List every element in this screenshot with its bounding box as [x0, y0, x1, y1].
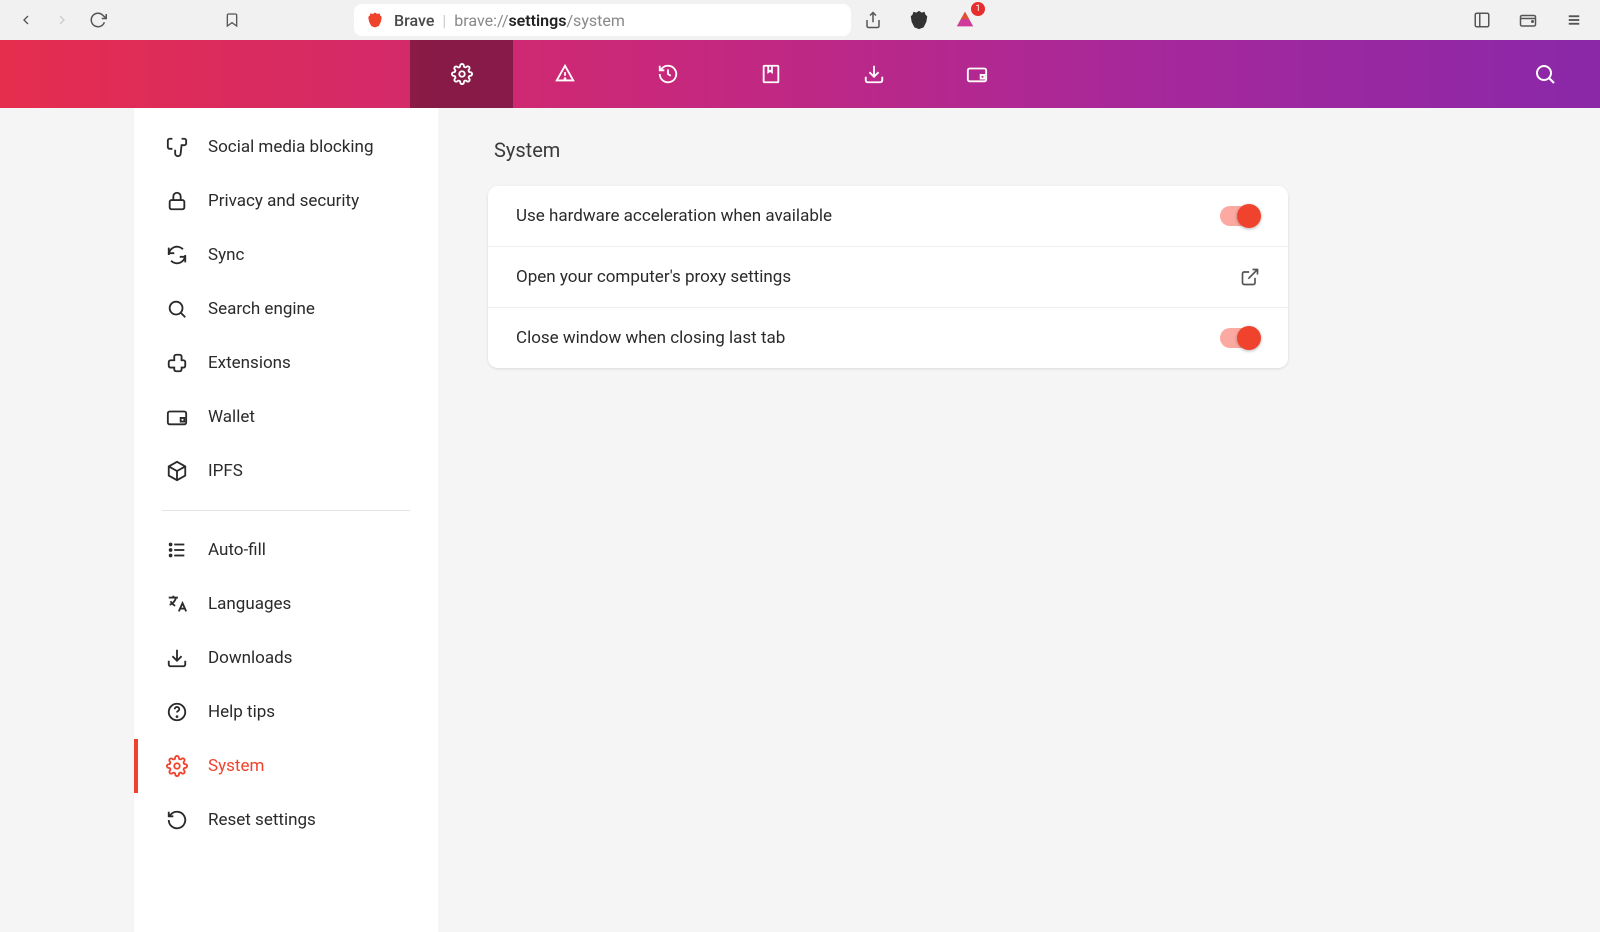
- settings-tab-bar: [0, 40, 1600, 108]
- toggle-close-window-last-tab[interactable]: [1220, 328, 1260, 348]
- sidebar-item-system[interactable]: System: [134, 739, 438, 793]
- sidebar-item-downloads[interactable]: Downloads: [134, 631, 438, 685]
- sidebar-divider: [162, 510, 410, 511]
- section-title: System: [488, 138, 1288, 162]
- sidebar-item-label: Extensions: [208, 353, 291, 373]
- sidebar-item-label: Social media blocking: [208, 137, 373, 157]
- sidebar-item-label: Search engine: [208, 299, 315, 319]
- url-text: Brave | brave://settings/system: [394, 11, 625, 30]
- browser-toolbar: Brave | brave://settings/system 1: [0, 0, 1600, 40]
- thumbs-down-icon: [166, 136, 188, 158]
- setting-hardware-acceleration[interactable]: Use hardware acceleration when available: [488, 186, 1288, 247]
- sidebar-item-wallet[interactable]: Wallet: [134, 390, 438, 444]
- forward-button[interactable]: [48, 6, 76, 34]
- tab-settings[interactable]: [410, 40, 513, 108]
- list-icon: [166, 539, 188, 561]
- search-settings-button[interactable]: [1520, 62, 1570, 86]
- download-icon: [166, 647, 188, 669]
- settings-sidebar: Social media blocking Privacy and securi…: [134, 108, 438, 932]
- sidebar-item-privacy-security[interactable]: Privacy and security: [134, 174, 438, 228]
- sidebar-item-label: Privacy and security: [208, 191, 359, 211]
- setting-label: Open your computer's proxy settings: [516, 267, 791, 287]
- sidebar-item-label: Auto-fill: [208, 540, 266, 560]
- rewards-badge: 1: [971, 2, 985, 16]
- sidebar-item-extensions[interactable]: Extensions: [134, 336, 438, 390]
- sync-icon: [166, 244, 188, 266]
- sidebar-item-label: Reset settings: [208, 810, 316, 830]
- sidebar-item-ipfs[interactable]: IPFS: [134, 444, 438, 498]
- reset-icon: [166, 809, 188, 831]
- sidebar-item-label: Languages: [208, 594, 291, 614]
- setting-label: Use hardware acceleration when available: [516, 206, 832, 226]
- puzzle-icon: [166, 352, 188, 374]
- reload-button[interactable]: [84, 6, 112, 34]
- tab-history[interactable]: [616, 40, 719, 108]
- share-button[interactable]: [859, 6, 887, 34]
- settings-card: Use hardware acceleration when available…: [488, 186, 1288, 368]
- wallet-button[interactable]: [1514, 6, 1542, 34]
- wallet-icon: [166, 406, 188, 428]
- tab-downloads[interactable]: [822, 40, 925, 108]
- sidebar-item-label: Downloads: [208, 648, 292, 668]
- content-area: System Use hardware acceleration when av…: [438, 108, 1338, 932]
- sidebar-item-autofill[interactable]: Auto-fill: [134, 523, 438, 577]
- sidebar-item-label: Wallet: [208, 407, 255, 427]
- back-button[interactable]: [12, 6, 40, 34]
- toggle-hardware-acceleration[interactable]: [1220, 206, 1260, 226]
- main-area: Social media blocking Privacy and securi…: [0, 108, 1600, 932]
- external-link-icon: [1240, 267, 1260, 287]
- setting-label: Close window when closing last tab: [516, 328, 785, 348]
- sidebar-item-reset-settings[interactable]: Reset settings: [134, 793, 438, 847]
- sidebar-item-label: System: [208, 756, 264, 776]
- bookmark-button[interactable]: [218, 6, 246, 34]
- address-bar[interactable]: Brave | brave://settings/system: [354, 4, 851, 36]
- tab-bookmarks[interactable]: [719, 40, 822, 108]
- sidebar-item-label: Help tips: [208, 702, 275, 722]
- sidebar-item-help-tips[interactable]: Help tips: [134, 685, 438, 739]
- sidebar-item-search-engine[interactable]: Search engine: [134, 282, 438, 336]
- tab-shields[interactable]: [513, 40, 616, 108]
- lock-icon: [166, 190, 188, 212]
- sidebar-item-label: IPFS: [208, 461, 243, 481]
- tab-wallet[interactable]: [925, 40, 1028, 108]
- cube-icon: [166, 460, 188, 482]
- gear-icon: [166, 755, 188, 777]
- sidebar-item-sync[interactable]: Sync: [134, 228, 438, 282]
- setting-close-window-last-tab[interactable]: Close window when closing last tab: [488, 308, 1288, 368]
- translate-icon: [166, 593, 188, 615]
- brave-lion-icon: [366, 11, 384, 29]
- rewards-button[interactable]: 1: [951, 6, 979, 34]
- sidebar-item-label: Sync: [208, 245, 244, 265]
- search-icon: [166, 298, 188, 320]
- sidebar-toggle-button[interactable]: [1468, 6, 1496, 34]
- menu-button[interactable]: [1560, 6, 1588, 34]
- help-icon: [166, 701, 188, 723]
- shields-button[interactable]: [905, 6, 933, 34]
- url-origin-label: Brave: [394, 11, 434, 30]
- sidebar-item-languages[interactable]: Languages: [134, 577, 438, 631]
- sidebar-item-social-media-blocking[interactable]: Social media blocking: [134, 120, 438, 174]
- setting-proxy-settings[interactable]: Open your computer's proxy settings: [488, 247, 1288, 308]
